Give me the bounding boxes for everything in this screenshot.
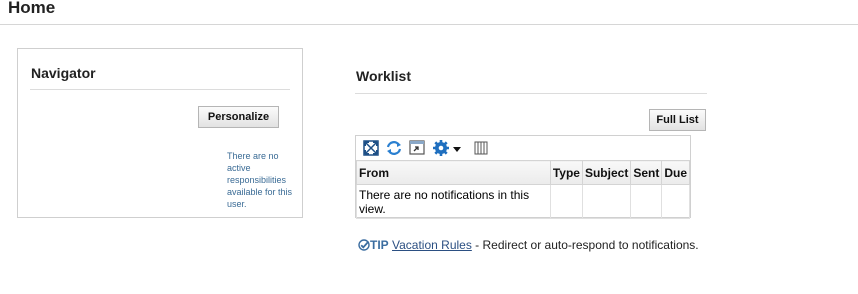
navigator-region: Navigator Personalize There are no activ… — [17, 48, 303, 218]
table-row: There are no notifications in this view. — [356, 184, 690, 219]
full-list-button[interactable]: Full List — [649, 109, 706, 131]
table-cell — [630, 184, 663, 219]
worklist-toolbar — [356, 136, 690, 160]
tip-label: TIP — [370, 238, 389, 252]
table-cell — [549, 184, 583, 219]
check-tip-icon — [358, 239, 370, 251]
dropdown-arrow-icon[interactable] — [451, 139, 463, 157]
personalize-button[interactable]: Personalize — [198, 106, 279, 128]
navigator-divider — [30, 89, 290, 90]
column-header-due[interactable]: Due — [661, 160, 690, 185]
page-title: Home — [8, 0, 56, 17]
columns-icon[interactable] — [472, 139, 490, 157]
settings-icon[interactable] — [432, 139, 450, 157]
refresh-icon[interactable] — [385, 139, 403, 157]
worklist-empty-message: There are no notifications in this view. — [356, 184, 551, 219]
worklist-table: From Type Subject Sent Due There are no … — [356, 160, 690, 219]
vacation-rules-link[interactable]: Vacation Rules — [392, 238, 472, 252]
navigator-empty-message: There are no active responsibilities ava… — [227, 151, 293, 209]
title-divider — [0, 24, 858, 25]
expand-icon[interactable] — [362, 139, 380, 157]
column-header-type[interactable]: Type — [549, 160, 583, 185]
tip-line: TIP Vacation Rules - Redirect or auto-re… — [358, 238, 699, 252]
column-header-from[interactable]: From — [356, 160, 551, 185]
worklist-divider — [355, 93, 707, 94]
worklist-panel: From Type Subject Sent Due There are no … — [355, 135, 691, 219]
table-cell — [581, 184, 632, 219]
table-cell — [661, 184, 690, 219]
navigator-title: Navigator — [31, 65, 96, 81]
column-header-sent[interactable]: Sent — [630, 160, 663, 185]
column-header-subject[interactable]: Subject — [581, 160, 632, 185]
tip-text: - Redirect or auto-respond to notificati… — [471, 238, 699, 252]
detach-icon[interactable] — [408, 139, 426, 157]
worklist-title: Worklist — [356, 68, 411, 84]
